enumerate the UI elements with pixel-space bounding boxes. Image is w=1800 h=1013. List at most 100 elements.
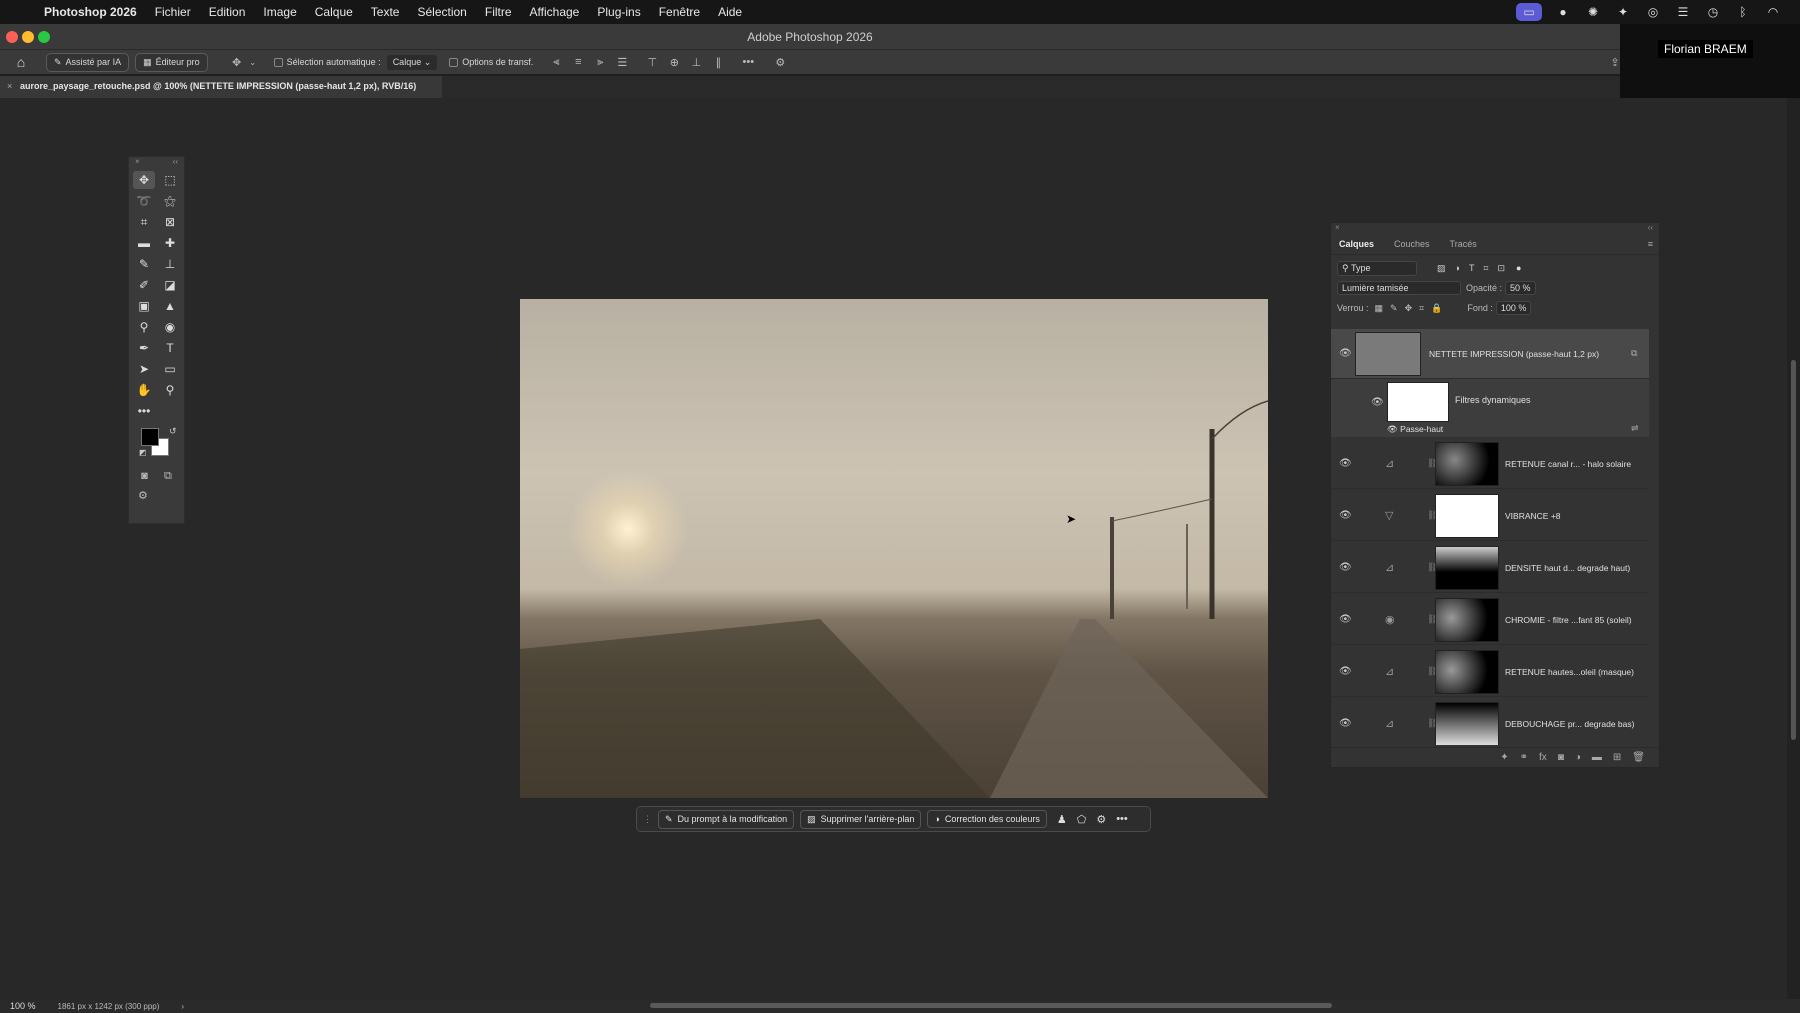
filter-options-icon[interactable]: ⇌ xyxy=(1631,423,1639,434)
frame-tool-icon[interactable]: ⊠ xyxy=(159,213,181,231)
layer-row[interactable]: 👁 ⊿ ⛓ DENSITE haut d... degrade haut) xyxy=(1331,543,1649,593)
close-panel-icon[interactable]: × xyxy=(1335,223,1340,232)
history-brush-tool-icon[interactable]: ✐ xyxy=(133,276,155,294)
high-pass-filter[interactable]: 👁 Passe-haut xyxy=(1387,424,1443,435)
pen-tool-icon[interactable]: ✒ xyxy=(133,339,155,357)
messages-icon[interactable]: ● xyxy=(1554,3,1572,21)
gradient-tool-icon[interactable]: ▣ xyxy=(133,297,155,315)
layer-row[interactable]: 👁 ⊿ ⛓ RETENUE canal r... - halo solaire xyxy=(1331,439,1649,489)
auto-select-checkbox[interactable]: Sélection automatique : xyxy=(273,57,381,67)
align-right-icon[interactable]: ⫸ xyxy=(593,56,607,69)
visibility-eye-icon[interactable]: 👁 xyxy=(1339,458,1352,469)
swap-colors-icon[interactable]: ↺ xyxy=(169,426,177,437)
share-icon[interactable]: ⇪ xyxy=(1608,56,1622,69)
filter-icons[interactable]: ▨◑T⌗⊡ xyxy=(1437,263,1514,274)
visibility-eye-icon[interactable]: 👁 xyxy=(1339,348,1352,359)
link-layers-icon[interactable]: ⚭ xyxy=(1520,752,1528,763)
edit-toolbar-icon[interactable]: ⚙ xyxy=(138,490,148,502)
visibility-eye-icon[interactable]: 👁 xyxy=(1339,510,1352,521)
layer-row[interactable]: 👁 NETTETE IMPRESSION (passe-haut 1,2 px)… xyxy=(1331,329,1649,379)
dodge-tool-icon[interactable]: ⚲ xyxy=(133,318,155,336)
adjustment-layer-icon[interactable]: ◑ xyxy=(1575,752,1581,763)
generate-icon[interactable]: ✦ xyxy=(1500,752,1508,763)
vertical-scrollbar[interactable] xyxy=(1787,98,1800,999)
creative-cloud-icon[interactable]: ◎ xyxy=(1644,3,1662,21)
quick-mask-icon[interactable]: ◙ xyxy=(141,470,148,483)
align-left-icon[interactable]: ⫷ xyxy=(549,56,563,69)
more-tools-icon[interactable]: ••• xyxy=(133,402,155,420)
lock-icons[interactable]: ▦✎✥⌗🔒 xyxy=(1375,303,1450,314)
panel-menu-icon[interactable]: ≡ xyxy=(1648,239,1653,249)
close-tab-icon[interactable]: × xyxy=(7,81,12,91)
rectangle-tool-icon[interactable]: ▭ xyxy=(159,360,181,378)
fx-icon[interactable]: fx xyxy=(1539,752,1547,763)
close-panel-icon[interactable]: × xyxy=(135,157,140,167)
opacity-field[interactable]: 50 % xyxy=(1505,281,1536,295)
more-options-icon[interactable]: ••• xyxy=(741,56,755,68)
collapse-panel-icon[interactable]: ‹‹ xyxy=(173,157,178,167)
filter-toggle-icon[interactable]: ● xyxy=(1516,263,1521,273)
screen-mirror-icon[interactable]: ▭ xyxy=(1516,3,1542,21)
crop-tool-icon[interactable]: ⌗ xyxy=(133,213,155,231)
prompt-edit-button[interactable]: ✎ Du prompt à la modification xyxy=(658,809,795,829)
fill-field[interactable]: 100 % xyxy=(1495,301,1532,315)
menu-plugins[interactable]: Plug-ins xyxy=(597,5,640,19)
brush-tool-icon[interactable]: ✎ xyxy=(133,255,155,273)
blend-mode-dropdown[interactable]: Lumière tamisée xyxy=(1337,281,1461,295)
layer-row[interactable]: 👁 ▽ ⛓ VIBRANCE +8 xyxy=(1331,491,1649,541)
default-colors-icon[interactable]: ◩ xyxy=(139,448,147,457)
menu-calque[interactable]: Calque xyxy=(315,5,353,19)
home-icon[interactable]: ⌂ xyxy=(14,54,28,70)
type-tool-icon[interactable]: T xyxy=(159,339,181,357)
transform-options-checkbox[interactable]: Options de transf. xyxy=(449,57,533,67)
layer-row[interactable]: 👁 ◉ ⛓ CHROMIE - filtre ...fant 85 (solei… xyxy=(1331,595,1649,645)
zoom-tool-icon[interactable]: ⚲ xyxy=(159,381,181,399)
drag-handle-icon[interactable]: ⋮ xyxy=(643,814,652,825)
menu-affichage[interactable]: Affichage xyxy=(530,5,580,19)
distribute-icon[interactable]: ☰ xyxy=(615,56,629,69)
blur-tool-icon[interactable]: ▲ xyxy=(159,297,181,315)
healing-brush-tool-icon[interactable]: ✚ xyxy=(159,234,181,252)
remove-background-button[interactable]: ▨ Supprimer l'arrière-plan xyxy=(800,809,922,829)
document-canvas[interactable] xyxy=(520,299,1268,798)
clock-icon[interactable]: ◷ xyxy=(1704,3,1722,21)
menu-aide[interactable]: Aide xyxy=(718,5,742,19)
pro-editor-button[interactable]: ▦ Éditeur pro xyxy=(135,52,208,72)
add-mask-icon[interactable]: ◙ xyxy=(1558,752,1564,763)
wifi-icon[interactable]: ◠ xyxy=(1764,3,1782,21)
visibility-eye-icon[interactable]: 👁 xyxy=(1339,666,1352,677)
ai-assist-button[interactable]: ✎ Assisté par IA xyxy=(46,52,130,72)
menu-image[interactable]: Image xyxy=(263,5,296,19)
horizontal-scrollbar[interactable] xyxy=(650,1003,1332,1008)
stamp-tool-icon[interactable]: ⊥ xyxy=(159,255,181,273)
tab-traces[interactable]: Tracés xyxy=(1450,239,1477,249)
more-options-icon[interactable]: ••• xyxy=(1116,813,1128,825)
lasso-tool-icon[interactable]: ➰ xyxy=(133,192,155,210)
visibility-eye-icon[interactable]: 👁 xyxy=(1339,718,1352,729)
move-tool-icon[interactable]: ✥ xyxy=(230,56,244,69)
storage-icon[interactable]: ☰ xyxy=(1674,3,1692,21)
sponge-tool-icon[interactable]: ◉ xyxy=(159,318,181,336)
menu-selection[interactable]: Sélection xyxy=(417,5,466,19)
move-tool-icon[interactable]: ✥ xyxy=(133,171,155,189)
visibility-eye-icon[interactable]: 👁 xyxy=(1339,614,1352,625)
filter-type-dropdown[interactable]: ⚲ Type xyxy=(1337,260,1417,276)
chevron-right-icon[interactable]: › xyxy=(181,1002,184,1011)
tab-couches[interactable]: Couches xyxy=(1394,239,1430,249)
select-subject-icon[interactable]: ♟ xyxy=(1057,813,1067,826)
menu-texte[interactable]: Texte xyxy=(371,5,400,19)
chevron-down-icon[interactable]: ⌄ xyxy=(246,58,260,67)
align-top-icon[interactable]: ⊤ xyxy=(645,56,659,69)
new-layer-icon[interactable]: ⊞ xyxy=(1613,752,1621,763)
ruler-tool-icon[interactable]: ▬ xyxy=(133,234,155,252)
path-selection-tool-icon[interactable]: ➤ xyxy=(133,360,155,378)
scroll-thumb[interactable] xyxy=(1791,360,1796,740)
align-bottom-icon[interactable]: ⊥ xyxy=(689,56,703,69)
magic-wand-tool-icon[interactable]: ⚝ xyxy=(159,192,181,210)
foreground-color-swatch[interactable] xyxy=(141,428,159,446)
adjustment-icon[interactable]: ⚙ xyxy=(1096,813,1106,826)
layer-row[interactable]: 👁 ⊿ ⛓ RETENUE hautes...oleil (masque) xyxy=(1331,647,1649,697)
trash-icon[interactable]: 🗑 xyxy=(1632,752,1645,763)
distribute-vertical-icon[interactable]: ∥ xyxy=(711,56,725,69)
visibility-eye-icon[interactable]: 👁 xyxy=(1371,397,1384,408)
